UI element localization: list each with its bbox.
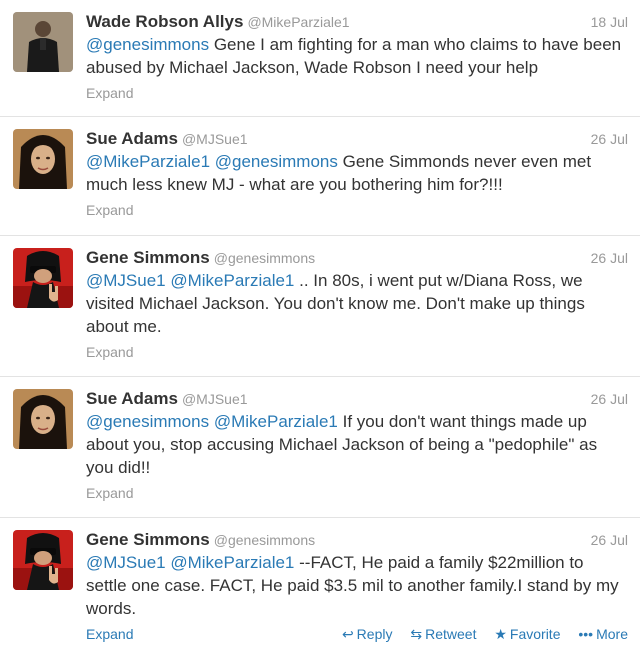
avatar-portrait-icon [13,389,73,449]
tweet[interactable]: Wade Robson Allys @MikeParziale1 18 Jul @… [0,0,640,117]
retweet-label: Retweet [425,626,477,642]
avatar[interactable] [13,389,73,449]
tweet-author-name[interactable]: Gene Simmons [86,248,210,267]
tweet-timestamp[interactable]: 26 Jul [591,529,628,551]
reply-label: Reply [356,626,393,642]
tweet-author-handle[interactable]: @MJSue1 [182,391,248,407]
tweet-actions: ↩ Reply ⇆ Retweet ★ Favorite ••• More [328,623,628,645]
mention-link[interactable]: @MikeParziale1 [86,152,210,171]
mention-link[interactable]: @MikeParziale1 [170,553,294,572]
tweet-author-handle[interactable]: @MJSue1 [182,131,248,147]
tweet-author-handle[interactable]: @genesimmons [214,532,315,548]
avatar[interactable] [13,530,73,590]
tweet[interactable]: Sue Adams @MJSue1 26 Jul @MikeParziale1 @… [0,117,640,236]
tweet-author-name[interactable]: Sue Adams [86,129,178,148]
tweet[interactable]: Gene Simmons @genesimmons 26 Jul @MJSue1 … [0,518,640,656]
avatar[interactable] [13,248,73,308]
reply-button[interactable]: ↩ Reply [342,626,393,642]
more-label: More [596,626,628,642]
tweet-timestamp[interactable]: 26 Jul [591,128,628,150]
tweet-author-handle[interactable]: @genesimmons [214,250,315,266]
avatar[interactable] [13,12,73,72]
tweet-timestamp[interactable]: 26 Jul [591,247,628,269]
retweet-icon: ⇆ [410,626,423,642]
tweet-text: @MikeParziale1 @genesimmons Gene Simmond… [86,150,628,196]
avatar-rock-hand-icon [13,248,73,308]
expand-link[interactable]: Expand [86,344,133,360]
tweet-body: --FACT, He paid a family $22million to s… [86,553,619,618]
mention-link[interactable]: @genesimmons [86,412,209,431]
avatar-man-dark-suit-icon [13,12,73,72]
reply-icon: ↩ [341,626,354,642]
expand-link[interactable]: Expand [86,202,133,218]
tweet-text: @MJSue1 @MikeParziale1 --FACT, He paid a… [86,551,628,620]
avatar[interactable] [13,129,73,189]
tweet-text: @genesimmons @MikeParziale1 If you don't… [86,410,628,479]
tweet-author-name[interactable]: Sue Adams [86,389,178,408]
expand-link[interactable]: Expand [86,626,133,642]
expand-link[interactable]: Expand [86,85,133,101]
favorite-button[interactable]: ★ Favorite [494,626,560,642]
mention-link[interactable]: @MJSue1 [86,271,166,290]
tweet-author-handle[interactable]: @MikeParziale1 [247,14,349,30]
tweet-author-name[interactable]: Wade Robson Allys [86,12,243,31]
tweet-author-name[interactable]: Gene Simmons [86,530,210,549]
star-icon: ★ [494,626,507,642]
tweet[interactable]: Sue Adams @MJSue1 26 Jul @genesimmons @Mi… [0,377,640,518]
avatar-rock-hand-icon [13,530,73,590]
mention-link[interactable]: @MikeParziale1 [214,412,338,431]
avatar-portrait-icon [13,129,73,189]
tweet-timestamp[interactable]: 26 Jul [591,388,628,410]
mention-link[interactable]: @MJSue1 [86,553,166,572]
more-dots-icon: ••• [578,626,594,642]
more-button[interactable]: ••• More [578,626,628,642]
tweet-text: @MJSue1 @MikeParziale1 .. In 80s, i went… [86,269,628,338]
expand-link[interactable]: Expand [86,485,133,501]
tweet-text: @genesimmons Gene I am fighting for a ma… [86,33,628,79]
tweet-feed: Wade Robson Allys @MikeParziale1 18 Jul @… [0,0,640,656]
retweet-button[interactable]: ⇆ Retweet [410,626,476,642]
mention-link[interactable]: @genesimmons [86,35,209,54]
tweet-timestamp[interactable]: 18 Jul [591,11,628,33]
favorite-label: Favorite [509,626,561,642]
mention-link[interactable]: @genesimmons [215,152,338,171]
tweet[interactable]: Gene Simmons @genesimmons 26 Jul @MJSue1 … [0,236,640,377]
mention-link[interactable]: @MikeParziale1 [170,271,294,290]
